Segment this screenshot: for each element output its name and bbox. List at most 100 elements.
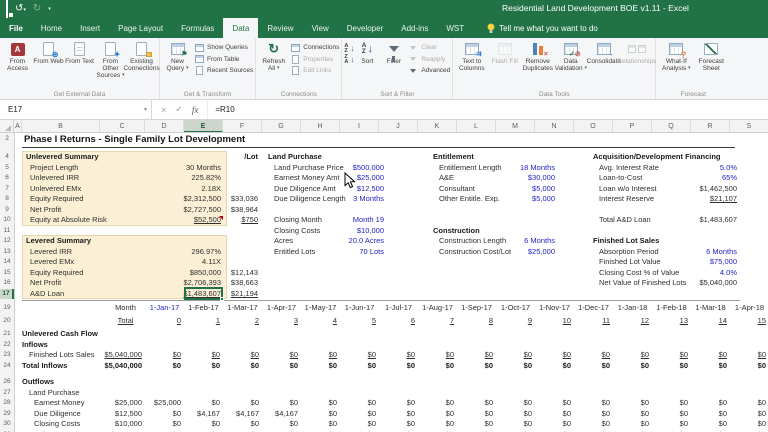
cashflow-value[interactable]: $0 (496, 350, 532, 361)
levered-summary-value[interactable]: 4.11X (90, 257, 221, 268)
column-header-c[interactable]: C (100, 120, 145, 133)
cashflow-value[interactable]: $0 (691, 409, 727, 420)
cashflow-value[interactable]: $0 (574, 398, 610, 409)
cashflow-value[interactable]: $0 (535, 350, 571, 361)
from-access-button[interactable]: A From Access (2, 39, 33, 72)
month-number[interactable]: 11 (574, 316, 610, 327)
cashflow-value[interactable]: $0 (652, 361, 688, 372)
cashflow-value[interactable]: $0 (418, 409, 454, 420)
formula-input[interactable]: =R10 (208, 100, 768, 119)
levered-summary-label[interactable]: Equity Required (30, 268, 83, 279)
cashflow-total-value[interactable]: $12,500 (74, 409, 142, 420)
cashflow-value[interactable]: $0 (574, 361, 610, 372)
levered-summary-per-lot-value[interactable]: $38,663 (222, 278, 258, 289)
levered-summary-value[interactable]: 296.97% (90, 247, 221, 258)
land-purchase-value[interactable]: Month 19 (289, 215, 384, 226)
cashflow-value[interactable]: $25,000 (145, 398, 181, 409)
construction-value[interactable]: $25,000 (460, 247, 555, 258)
cashflow-value[interactable]: $0 (340, 419, 376, 430)
cashflow-total-value[interactable]: $10,000 (74, 419, 142, 430)
row-number-6[interactable]: 6 (0, 173, 14, 183)
cashflow-value[interactable]: $0 (262, 398, 298, 409)
column-header-f[interactable]: F (223, 120, 262, 133)
finished-lot-sales-value[interactable]: 6 Months (642, 247, 737, 258)
land-purchase-value[interactable]: 20.0 Acres (289, 236, 384, 247)
name-box[interactable]: E17 ▾ (0, 100, 152, 119)
save-icon[interactable] (6, 0, 8, 18)
new-query-button[interactable]: ⚑ New Query ▾ (162, 39, 193, 72)
month-date[interactable]: 1-Nov-17 (535, 303, 574, 314)
month-date[interactable]: 1-Dec-17 (574, 303, 613, 314)
unlevered-summary-value[interactable]: $2,727,500 (90, 205, 221, 216)
menu-tab-add-ins[interactable]: Add-ins (392, 18, 437, 38)
column-header-d[interactable]: D (145, 120, 184, 133)
cashflow-row-label[interactable]: Land Purchase (29, 388, 79, 399)
text-to-columns-button[interactable]: ⇉ Text to Columns (455, 39, 488, 72)
unlevered-summary-label[interactable]: Project Length (30, 163, 78, 174)
land-purchase-value[interactable]: 70 Lots (289, 247, 384, 258)
menu-tab-formulas[interactable]: Formulas (172, 18, 223, 38)
clear-filter-button[interactable]: Clear (407, 43, 450, 52)
column-header-m[interactable]: M (496, 120, 535, 133)
cashflow-value[interactable]: $0 (691, 398, 727, 409)
row-number-5[interactable]: 5 (0, 163, 14, 173)
select-all-corner[interactable] (0, 120, 14, 133)
cashflow-value[interactable]: $0 (184, 419, 220, 430)
menu-tab-developer[interactable]: Developer (338, 18, 392, 38)
filter-button[interactable]: Filter (380, 39, 407, 65)
row-number-17[interactable]: 17 (0, 289, 14, 299)
cancel-icon[interactable]: × (161, 105, 166, 115)
cashflow-value[interactable]: $0 (652, 419, 688, 430)
column-header-n[interactable]: N (535, 120, 574, 133)
remove-duplicates-button[interactable]: × Remove Duplicates (521, 39, 554, 72)
month-date[interactable]: 1-Aug-17 (418, 303, 457, 314)
forecast-sheet-button[interactable]: Forecast Sheet (694, 39, 728, 72)
cashflow-value[interactable]: $0 (613, 350, 649, 361)
cashflow-value[interactable]: $0 (184, 361, 220, 372)
month-date[interactable]: 1-Mar-17 (223, 303, 262, 314)
flash-fill-button[interactable]: Flash Fill (488, 39, 521, 65)
cashflow-value[interactable]: $0 (613, 361, 649, 372)
cashflow-value[interactable]: $0 (145, 409, 181, 420)
cashflow-value[interactable]: $0 (262, 361, 298, 372)
menu-tab-insert[interactable]: Insert (71, 18, 109, 38)
column-header-o[interactable]: O (574, 120, 613, 133)
cashflow-value[interactable]: $4,167 (223, 409, 259, 420)
cashflow-value[interactable]: $0 (574, 409, 610, 420)
row-number-27[interactable]: 27 (0, 388, 14, 398)
cashflow-total-value[interactable]: $5,040,000 (74, 350, 142, 361)
menu-tab-page-layout[interactable]: Page Layout (109, 18, 172, 38)
cashflow-value[interactable]: $0 (730, 409, 766, 420)
row-number-22[interactable]: 22 (0, 340, 14, 350)
fill-handle[interactable] (220, 297, 224, 301)
row-number-10[interactable]: 10 (0, 215, 14, 225)
cashflow-value[interactable]: $0 (301, 361, 337, 372)
menu-tab-review[interactable]: Review (258, 18, 302, 38)
row-number-15[interactable]: 15 (0, 268, 14, 278)
levered-summary-label[interactable]: Net Profit (30, 278, 61, 289)
financing-value[interactable]: $1,483,607 (642, 215, 737, 226)
month-number[interactable]: 2 (223, 316, 259, 327)
finished-lot-sales-value[interactable]: 4.0% (642, 268, 737, 279)
show-queries-button[interactable]: Show Queries (193, 43, 253, 52)
row-number-23[interactable]: 23 (0, 350, 14, 360)
cashflow-value[interactable]: $4,167 (184, 409, 220, 420)
row-number-7[interactable]: 7 (0, 184, 14, 194)
month-date[interactable]: 1-Jul-17 (379, 303, 418, 314)
cashflow-value[interactable]: $0 (379, 398, 415, 409)
unlevered-summary-value[interactable]: 225.82% (90, 173, 221, 184)
month-number[interactable]: 0 (145, 316, 181, 327)
enter-icon[interactable]: ✓ (175, 104, 183, 115)
cashflow-value[interactable]: $0 (379, 350, 415, 361)
undo-icon[interactable]: ↺▾ (15, 2, 26, 17)
land-purchase-value[interactable]: $500,000 (289, 163, 384, 174)
column-header-h[interactable]: H (301, 120, 340, 133)
cashflow-value[interactable]: $0 (418, 361, 454, 372)
land-purchase-value[interactable]: $25,000 (289, 173, 384, 184)
row-number-2[interactable]: 2 (0, 134, 14, 144)
levered-summary-label[interactable]: A&D Loan (30, 289, 64, 300)
relationships-button[interactable]: Relationships (620, 39, 653, 65)
cashflow-value[interactable]: $0 (691, 361, 727, 372)
row-number-29[interactable]: 29 (0, 409, 14, 419)
row-number-26[interactable]: 26 (0, 377, 14, 387)
